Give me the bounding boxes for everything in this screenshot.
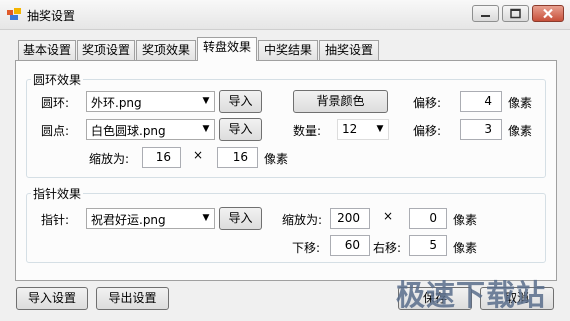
right-offset-label: 右移: xyxy=(373,241,402,255)
site-watermark: 极速下载站 xyxy=(396,278,547,312)
pointer-scale-unit: 像素 xyxy=(453,213,478,227)
right-offset-input[interactable]: 5 xyxy=(409,235,447,256)
dropdown-arrow-icon: ▼ xyxy=(202,96,210,106)
tab-wheel-effects[interactable]: 转盘效果 xyxy=(197,37,257,61)
dropdown-arrow-icon: ▼ xyxy=(376,124,384,134)
tab-prize-settings[interactable]: 奖项设置 xyxy=(77,40,135,60)
app-icon xyxy=(7,8,21,20)
count-select[interactable]: 12 ▼ xyxy=(337,119,389,140)
ring-offset-unit: 像素 xyxy=(508,96,533,110)
pointer-effects-title: 指针效果 xyxy=(31,185,84,202)
pointer-scale-label: 缩放为: xyxy=(282,213,323,227)
dropdown-arrow-icon: ▼ xyxy=(202,213,210,223)
import-pointer-button[interactable]: 导入 xyxy=(219,207,262,230)
import-dot-button[interactable]: 导入 xyxy=(219,118,262,141)
dot-file-value: 白色圆球.png xyxy=(91,124,166,138)
ring-scale-width-input[interactable]: 16 xyxy=(142,147,181,168)
dropdown-arrow-icon: ▼ xyxy=(202,124,210,134)
down-offset-input[interactable]: 60 xyxy=(330,235,370,256)
dot-offset-label: 偏移: xyxy=(413,124,442,138)
close-icon xyxy=(543,8,553,19)
tab-prize-effects[interactable]: 奖项效果 xyxy=(136,40,196,60)
pointer-times-sign: × xyxy=(383,209,394,223)
import-ring-button[interactable]: 导入 xyxy=(219,90,262,113)
window-title: 抽奖设置 xyxy=(27,9,76,23)
ring-effects-title: 圆环效果 xyxy=(31,71,84,88)
pointer-label: 指针: xyxy=(41,213,70,227)
minimize-button[interactable] xyxy=(472,5,499,22)
pointer-scale-width-input[interactable]: 200 xyxy=(330,208,370,229)
ring-times-sign: × xyxy=(193,148,204,162)
close-button[interactable] xyxy=(532,5,564,22)
minimize-icon xyxy=(481,15,490,17)
maximize-icon xyxy=(510,8,521,19)
pointer-scale-height-input[interactable]: 0 xyxy=(409,208,447,229)
right-offset-unit: 像素 xyxy=(453,241,478,255)
export-settings-button[interactable]: 导出设置 xyxy=(96,287,169,310)
dot-offset-unit: 像素 xyxy=(508,124,533,138)
ring-offset-input[interactable]: 4 xyxy=(460,91,502,112)
ring-file-select[interactable]: 外环.png ▼ xyxy=(86,91,215,112)
dot-label: 圆点: xyxy=(41,124,70,138)
ring-file-value: 外环.png xyxy=(91,96,142,110)
tab-lottery-settings[interactable]: 抽奖设置 xyxy=(319,40,379,60)
ring-label: 圆环: xyxy=(41,96,70,110)
maximize-button[interactable] xyxy=(502,5,529,22)
down-offset-label: 下移: xyxy=(292,241,321,255)
ring-scale-label: 缩放为: xyxy=(89,152,130,166)
dot-file-select[interactable]: 白色圆球.png ▼ xyxy=(86,119,215,140)
count-value: 12 xyxy=(342,122,358,136)
background-color-button[interactable]: 背景颜色 xyxy=(293,90,388,113)
tab-basic-settings[interactable]: 基本设置 xyxy=(18,40,76,60)
pointer-file-select[interactable]: 祝君好运.png ▼ xyxy=(86,208,215,229)
count-label: 数量: xyxy=(293,124,322,138)
ring-offset-label: 偏移: xyxy=(413,96,442,110)
ring-scale-unit: 像素 xyxy=(264,152,289,166)
dot-offset-input[interactable]: 3 xyxy=(460,119,502,140)
import-settings-button[interactable]: 导入设置 xyxy=(16,287,88,310)
tab-draw-results[interactable]: 中奖结果 xyxy=(258,40,318,60)
ring-scale-height-input[interactable]: 16 xyxy=(217,147,258,168)
pointer-file-value: 祝君好运.png xyxy=(91,213,166,227)
